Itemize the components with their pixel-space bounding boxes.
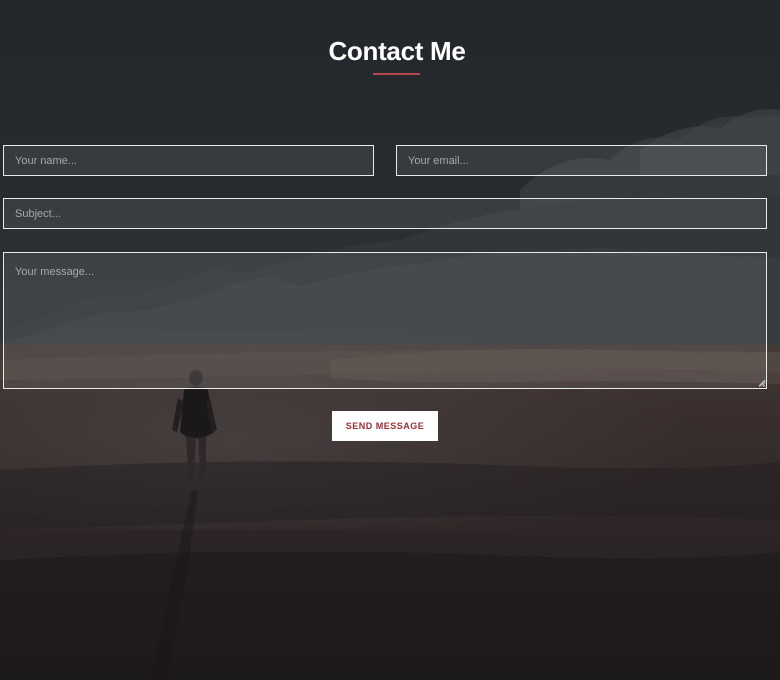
section-title: Contact Me — [328, 36, 466, 66]
send-message-button[interactable]: SEND MESSAGE — [332, 411, 438, 441]
title-underline — [373, 73, 420, 75]
email-input[interactable] — [396, 145, 767, 176]
subject-input[interactable] — [3, 198, 767, 229]
message-textarea[interactable] — [3, 252, 767, 389]
contact-section: Contact Me SEND MESSAGE — [0, 0, 780, 680]
name-input[interactable] — [3, 145, 374, 176]
